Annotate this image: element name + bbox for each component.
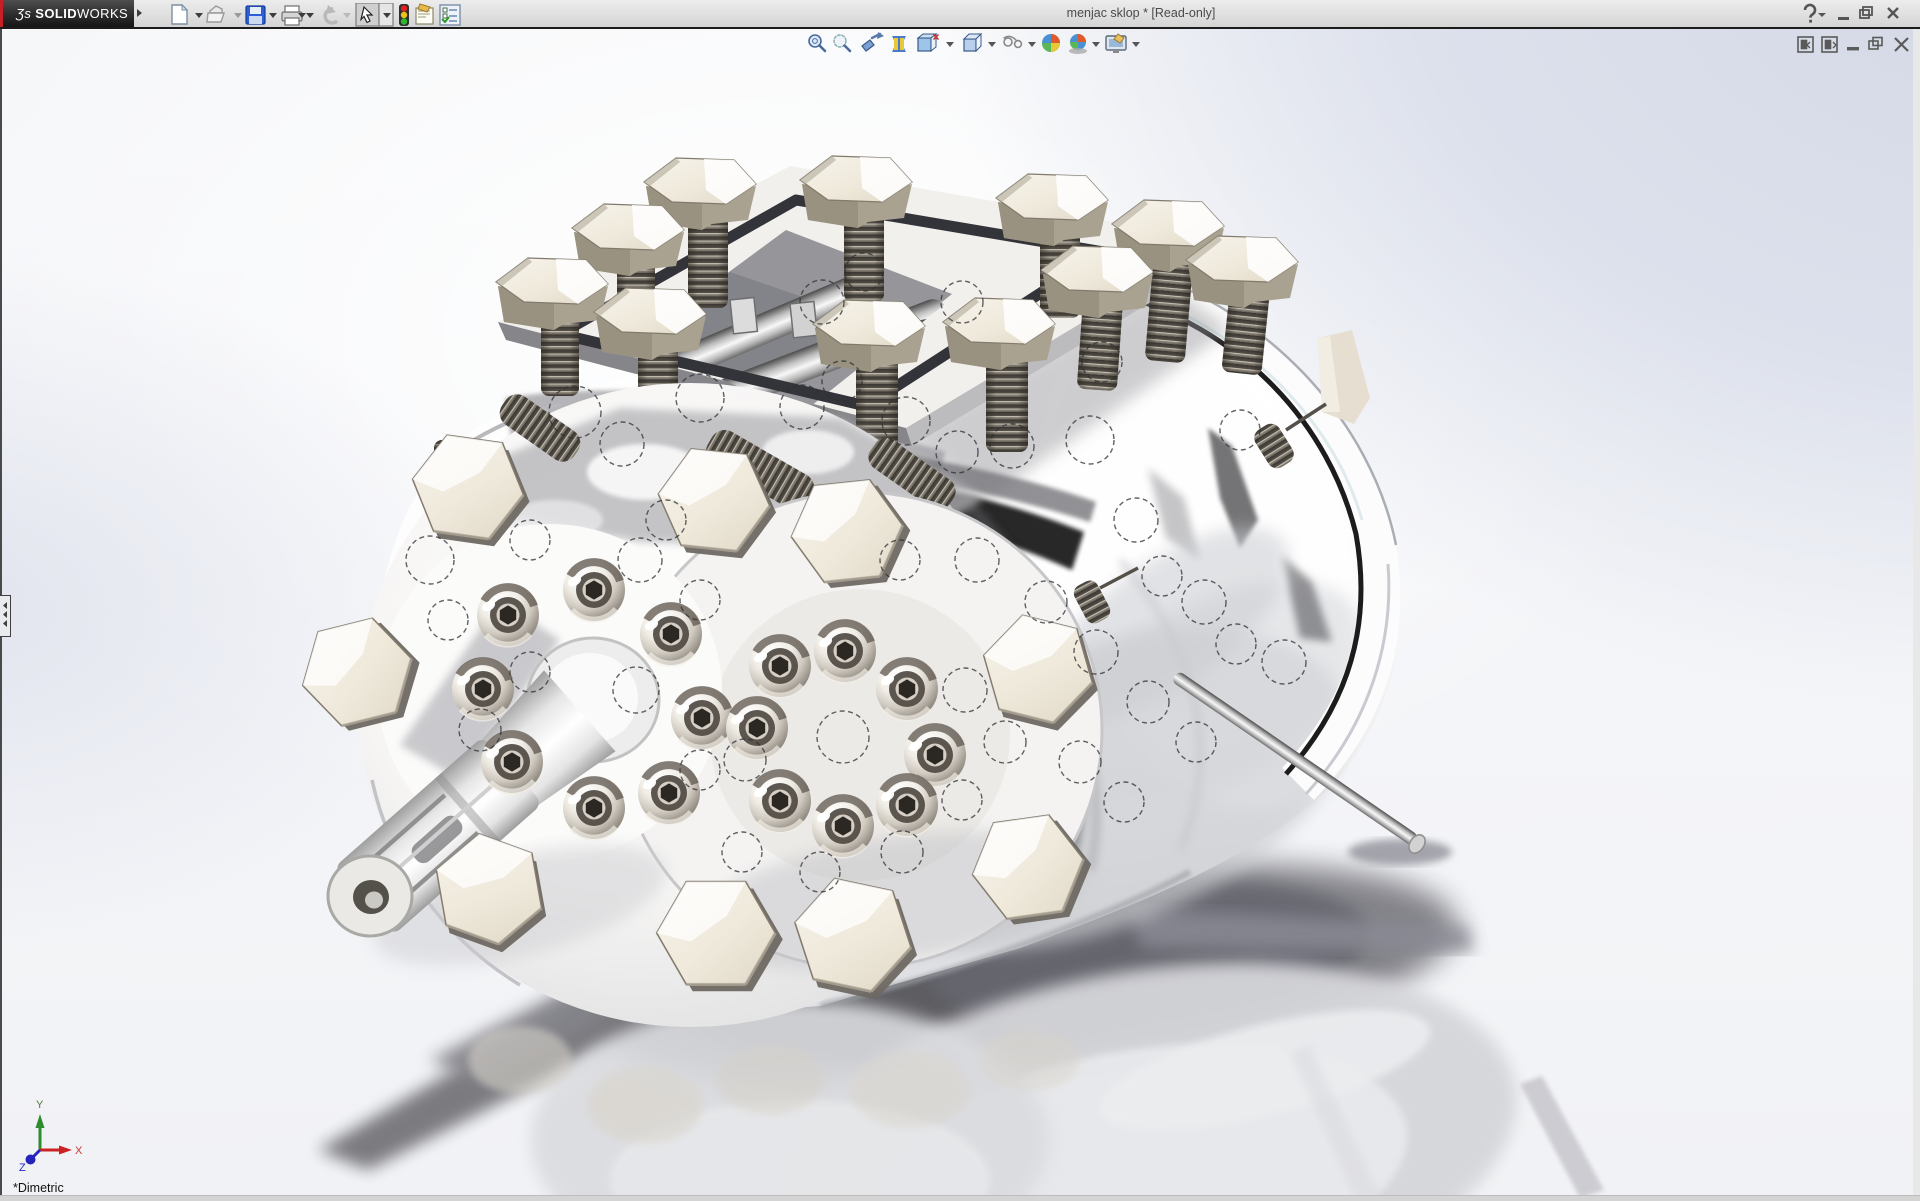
svg-text:X: X — [75, 1145, 83, 1157]
svg-text:Y: Y — [36, 1099, 44, 1111]
svg-text:Z: Z — [19, 1162, 26, 1172]
